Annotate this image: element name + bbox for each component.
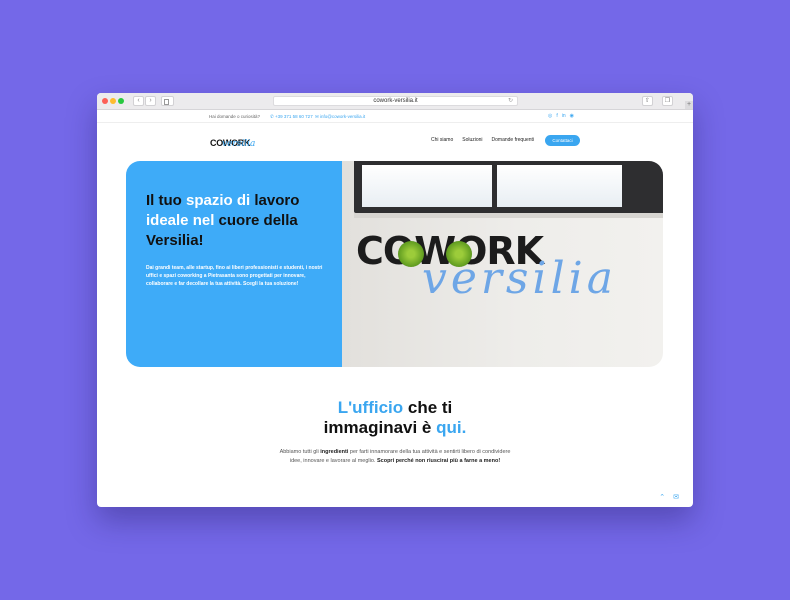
hero-title-part: Il tuo [146,192,186,209]
new-tab-icon[interactable]: + [685,101,693,109]
intro-title-part: immaginavi è [323,418,437,437]
topbar-email[interactable]: ✉ info@cowork-versilia.it [315,110,365,123]
contact-topbar: Hai domande o curiosità? ✆ +39 371 58 60… [97,110,693,123]
intro-text: Abbiamo tutti gli ingredienti per farti … [275,448,515,466]
chat-icon[interactable]: ✉ [673,493,679,501]
reload-icon[interactable]: ↻ [508,97,513,105]
intro-text-part: Abbiamo tutti gli [279,449,321,455]
social-links: ◎ f in ◉ [548,110,574,123]
address-bar[interactable]: cowork-versilia.it ↻ [273,96,518,106]
whatsapp-icon[interactable]: ◎ [548,110,552,123]
intro-text-bold: ingredienti [320,449,349,455]
scroll-top-icon[interactable]: ⌃ [659,493,665,501]
main-menu: Chi siamo Soluzioni Domande frequenti [431,137,534,143]
address-text: cowork-versilia.it [373,98,418,104]
topbar-question: Hai domande o curiosità? [209,114,261,119]
hero-title: Il tuo spazio di lavoro ideale nel cuore… [146,191,326,251]
topbar-phone-text: +39 371 58 60 727 [275,114,313,119]
minimize-window-button[interactable] [110,98,116,104]
instagram-icon[interactable]: ◉ [570,110,574,123]
menu-item-domande[interactable]: Domande frequenti [492,137,535,143]
hero-image: COWORK versilia [342,161,663,367]
logo-versilia: versilia [222,139,256,149]
browser-window: ‹ › cowork-versilia.it ↻ ⇧ ❐ + Hai doman… [97,93,693,507]
hero-title-part: lavoro [250,192,300,209]
wall-logo-versilia: versilia [422,253,617,304]
intro-title-highlight: qui. [436,418,467,437]
facebook-icon[interactable]: f [556,110,557,123]
menu-item-soluzioni[interactable]: Soluzioni [462,137,482,143]
maximize-window-button[interactable] [118,98,124,104]
hero-title-highlight: ideale nel [146,212,215,229]
hero-text-panel: Il tuo spazio di lavoro ideale nel cuore… [126,161,342,367]
floating-actions: ⌃ ✉ [659,493,679,501]
hero-section: Il tuo spazio di lavoro ideale nel cuore… [126,161,663,367]
intro-section: L'ufficio che ti immaginavi è qui. Abbia… [97,398,693,466]
contact-button[interactable]: Contattaci [545,135,580,146]
intro-title-part: che ti [403,398,453,417]
topbar-phone[interactable]: ✆ +39 371 58 60 727 [270,110,313,123]
site-header: COWORK versilia Chi siamo Soluzioni Doma… [97,123,693,155]
sidebar-toggle-icon[interactable] [161,96,174,106]
share-icon[interactable]: ⇧ [642,96,653,106]
close-window-button[interactable] [102,98,108,104]
linkedin-icon[interactable]: in [562,110,566,123]
window-photo [354,161,663,213]
hero-title-highlight: spazio di [186,192,251,209]
menu-item-chi-siamo[interactable]: Chi siamo [431,137,453,143]
moss-decoration [398,241,424,267]
topbar-email-text: info@cowork-versilia.it [320,114,366,119]
back-icon[interactable]: ‹ [133,96,144,106]
forward-icon[interactable]: › [145,96,156,106]
intro-text-bold: Scopri perché non riuscirai più a farne … [376,458,501,464]
intro-title-highlight: L'ufficio [337,398,404,417]
intro-title: L'ufficio che ti immaginavi è qui. [97,398,693,438]
browser-toolbar: ‹ › cowork-versilia.it ↻ ⇧ ❐ + [97,93,693,110]
hero-description: Dai grandi team, alle startup, fino ai l… [146,265,323,287]
tabs-overview-icon[interactable]: ❐ [662,96,673,106]
site-logo[interactable]: COWORK versilia [210,133,255,151]
